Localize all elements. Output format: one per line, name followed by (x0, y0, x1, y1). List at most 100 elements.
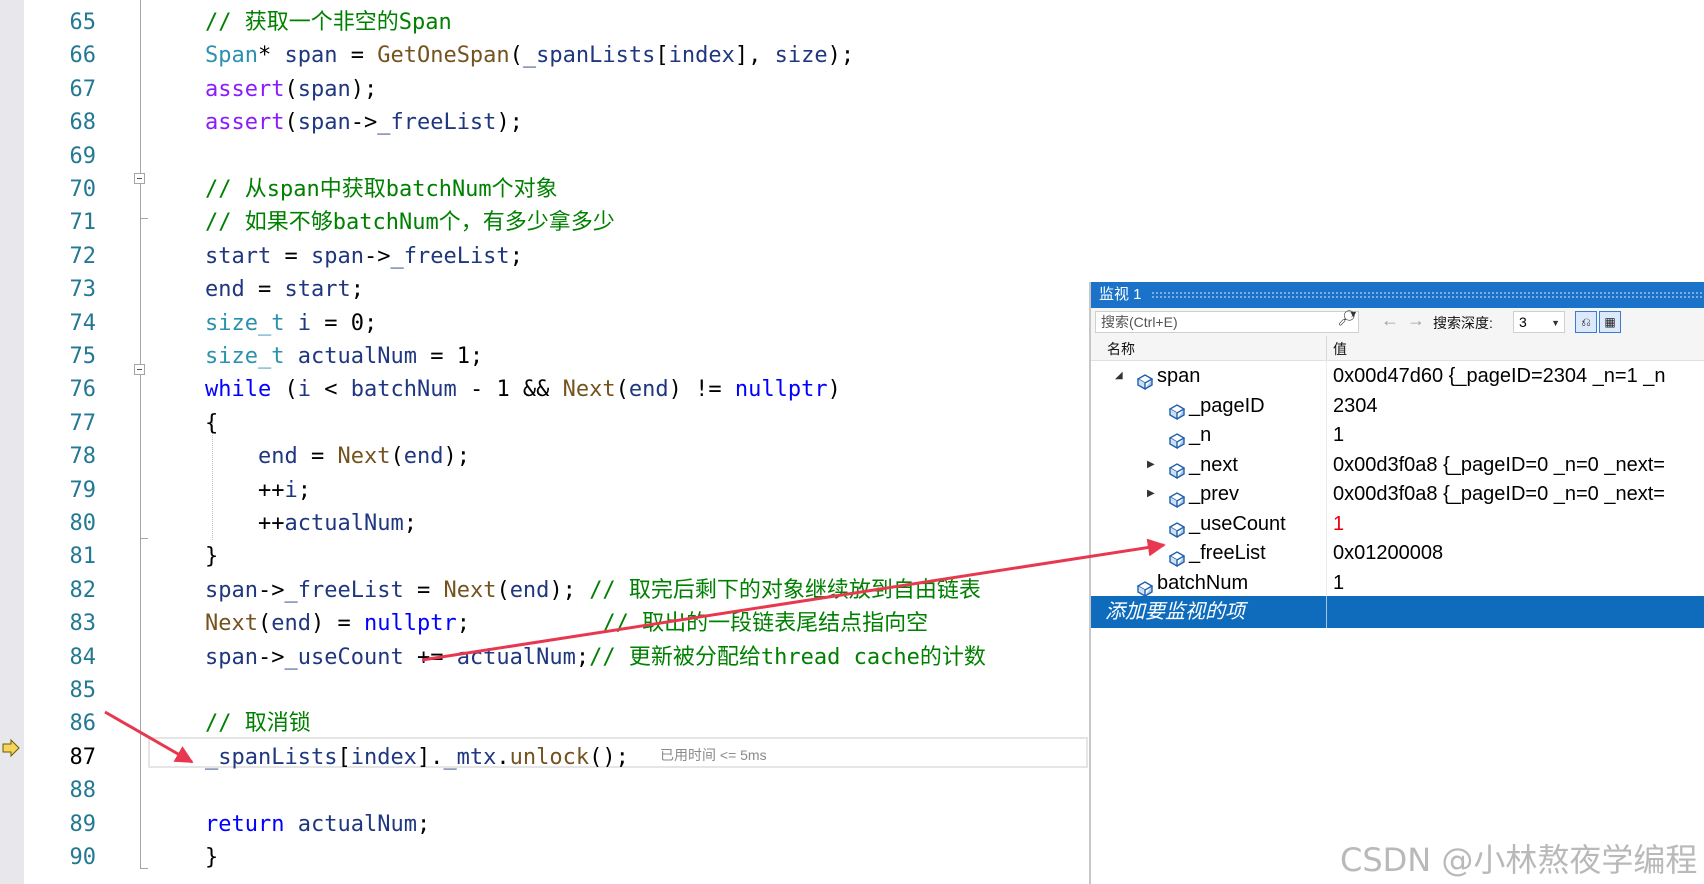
watch-value[interactable]: 1 (1333, 567, 1344, 599)
code-token: Next (443, 578, 497, 603)
pin-icon[interactable]: ⎌ (1575, 311, 1597, 333)
back-arrow-icon[interactable]: ← (1381, 310, 1399, 331)
code-token: i (284, 478, 298, 503)
code-token: [ (655, 43, 669, 68)
code-token: end (509, 578, 550, 603)
watch-value[interactable]: 2304 (1333, 390, 1378, 422)
code-line[interactable]: } (205, 540, 218, 573)
code-line[interactable]: size_t i = 0; (205, 307, 377, 340)
code-token: span (205, 645, 258, 670)
code-line[interactable]: // 从span中获取batchNum个对象 (205, 173, 558, 206)
watch-row-freeList[interactable]: _freeList 0x01200008 (1091, 537, 1704, 569)
fold-toggle-comment[interactable] (134, 173, 145, 184)
code-line[interactable]: while (i < batchNum - 1 && Next(end) != … (205, 373, 841, 406)
watch-row-next[interactable]: ▶ _next 0x00d3f0a8 {_pageID=0 _n=0 _next= (1091, 449, 1704, 481)
code-token: ); (496, 110, 523, 135)
code-line[interactable]: return actualNum; (205, 808, 430, 841)
code-token: Span (205, 43, 258, 68)
code-token: < (310, 377, 351, 402)
column-divider[interactable] (1326, 336, 1327, 360)
code-line[interactable]: end = Next(end); (205, 440, 470, 473)
code-token: end (271, 611, 311, 636)
code-token: ; (509, 244, 523, 269)
watch-row-pageID[interactable]: _pageID 2304 (1091, 390, 1704, 422)
forward-arrow-icon[interactable]: → (1407, 310, 1425, 331)
code-token: ); (350, 77, 378, 102)
code-token: ( (496, 578, 510, 603)
code-line[interactable]: } (205, 841, 218, 874)
watch-value[interactable]: 1 (1333, 419, 1344, 451)
code-line[interactable]: size_t actualNum = 1; (205, 340, 483, 373)
code-token: ); (549, 578, 590, 603)
code-token: ( (615, 377, 629, 402)
watch-value[interactable]: 0x00d47d60 {_pageID=2304 _n=1 _n (1333, 360, 1666, 392)
code-line[interactable]: assert(span); (205, 73, 377, 106)
code-line[interactable]: span->_useCount += actualNum;// 更新被分配给th… (205, 641, 986, 674)
column-divider (1326, 390, 1327, 422)
search-depth-value: 3 (1519, 314, 1527, 330)
watch-window[interactable]: 监视 1 搜索(Ctrl+E) 🔎︎ ▼ ← → 搜索深度: 3 ▼ ⎌ ▦ 名… (1089, 282, 1704, 884)
fold-end-marker (140, 868, 148, 869)
search-options-caret-icon[interactable]: ▼ (1349, 309, 1358, 319)
code-line[interactable]: _spanLists[index]._mtx.unlock(); (205, 741, 629, 774)
watch-value[interactable]: 0x01200008 (1333, 537, 1443, 569)
watch-toolbar: 搜索(Ctrl+E) 🔎︎ ▼ ← → 搜索深度: 3 ▼ ⎌ ▦ (1091, 308, 1704, 337)
line-number: 65 (69, 10, 97, 35)
watch-value[interactable]: 1 (1333, 508, 1344, 540)
code-line[interactable]: span->_freeList = Next(end); // 取完后剩下的对象… (205, 574, 981, 607)
code-line[interactable]: start = span->_freeList; (205, 240, 523, 273)
expand-arrow-icon[interactable]: ▶ (1147, 478, 1155, 510)
watch-row-n[interactable]: _n 1 (1091, 419, 1704, 451)
add-watch-item-row[interactable]: 添加要监视的项 (1091, 596, 1704, 628)
code-token: ) (827, 377, 841, 402)
line-number: 68 (69, 110, 97, 135)
code-line[interactable]: // 如果不够batchNum个，有多少拿多少 (205, 206, 615, 239)
watch-row-prev[interactable]: ▶ _prev 0x00d3f0a8 {_pageID=0 _n=0 _next= (1091, 478, 1704, 510)
code-line[interactable]: Span* span = GetOneSpan(_spanLists[index… (205, 39, 854, 72)
code-token: actualNum (297, 812, 417, 837)
watch-row-useCount[interactable]: _useCount 1 (1091, 508, 1704, 540)
code-line[interactable]: ++actualNum; (205, 507, 417, 540)
code-token: start (284, 277, 351, 302)
code-token: ( (257, 611, 272, 636)
code-token: -> (257, 645, 285, 670)
watch-value[interactable]: 0x00d3f0a8 {_pageID=0 _n=0 _next= (1333, 478, 1665, 510)
member-field-icon (1168, 427, 1186, 450)
watch-row-span[interactable]: ◢ span 0x00d47d60 {_pageID=2304 _n=1 _n (1091, 360, 1704, 392)
code-token: return (205, 812, 285, 837)
search-input[interactable]: 搜索(Ctrl+E) (1095, 311, 1359, 333)
code-token: { (205, 411, 219, 436)
column-name-header[interactable]: 名称 (1107, 339, 1135, 359)
search-depth-select[interactable]: 3 ▼ (1513, 311, 1565, 333)
code-token: ( (284, 110, 298, 135)
line-number: 81 (69, 544, 97, 569)
watch-title-bar[interactable]: 监视 1 (1091, 282, 1704, 308)
expand-arrow-icon[interactable]: ▶ (1147, 449, 1155, 481)
code-line[interactable]: end = start; (205, 273, 364, 306)
fold-toggle-while[interactable] (134, 364, 145, 375)
column-value-header[interactable]: 值 (1333, 339, 1347, 359)
hex-display-icon[interactable]: ▦ (1599, 311, 1621, 333)
watch-name: _next (1189, 454, 1238, 476)
code-comment: // 获取一个非空的Span (205, 10, 452, 35)
watch-value[interactable]: 0x00d3f0a8 {_pageID=0 _n=0 _next= (1333, 449, 1665, 481)
code-line[interactable]: { (205, 407, 218, 440)
code-line[interactable]: // 获取一个非空的Span (205, 6, 452, 39)
code-line[interactable]: assert(span->_freeList); (205, 106, 523, 139)
code-token: = (271, 244, 311, 269)
collapse-arrow-icon[interactable]: ◢ (1115, 360, 1123, 392)
code-token: _mtx (443, 745, 497, 770)
code-line[interactable]: ++i; (205, 474, 311, 507)
code-line[interactable]: // 取消锁 (205, 707, 311, 740)
code-token: batchNum (350, 377, 457, 402)
code-line[interactable]: Next(end) = nullptr; // 取出的一段链表尾结点指向空 (205, 607, 928, 640)
search-depth-label: 搜索深度: (1433, 315, 1493, 331)
code-token: ); (443, 444, 470, 469)
code-token: } (205, 544, 219, 569)
code-comment: // 取出的一段链表尾结点指向空 (602, 611, 929, 636)
elapsed-time-hint: 已用时间 <= 5ms (660, 747, 767, 763)
watch-row-batchNum[interactable]: batchNum 1 (1091, 567, 1704, 599)
